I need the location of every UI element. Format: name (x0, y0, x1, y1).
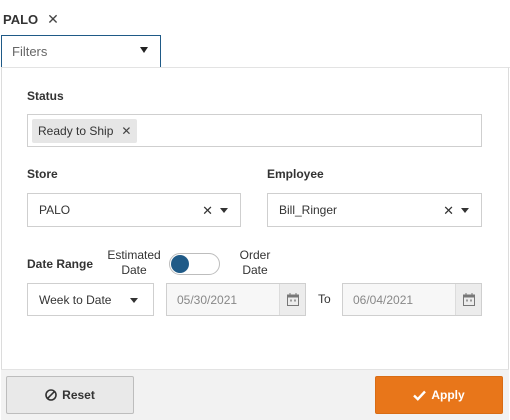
reset-circle-icon (45, 389, 57, 401)
from-date-input[interactable]: 05/30/2021 (166, 283, 306, 316)
date-preset-select[interactable]: Week to Date (27, 283, 154, 316)
top-bar: PALO ✕ (0, 0, 510, 38)
employee-label: Employee (267, 167, 324, 181)
date-range-label: Date Range (27, 257, 94, 271)
order-date-label: Order Date (239, 248, 271, 277)
toggle-knob (171, 255, 189, 273)
to-label: To (318, 292, 331, 306)
clear-icon[interactable]: ✕ (443, 203, 454, 219)
status-tag-label: Ready to Ship (38, 124, 114, 138)
store-select[interactable]: PALO ✕ (27, 193, 241, 227)
employee-value: Bill_Ringer (279, 203, 338, 217)
active-filter-label: PALO (3, 12, 39, 27)
filters-dropdown-label: Filters (12, 44, 48, 59)
calendar-icon[interactable] (279, 284, 305, 315)
employee-select[interactable]: Bill_Ringer ✕ (267, 193, 482, 227)
chevron-down-icon (461, 208, 469, 213)
chevron-down-icon (220, 208, 228, 213)
status-label: Status (27, 89, 64, 103)
date-type-toggle[interactable] (169, 253, 220, 275)
chevron-down-icon (140, 47, 148, 53)
apply-label: Apply (431, 388, 465, 402)
apply-button[interactable]: Apply (375, 376, 503, 414)
to-date-input[interactable]: 06/04/2021 (342, 283, 482, 316)
reset-label: Reset (62, 388, 95, 402)
status-multiselect[interactable]: Ready to Ship ✕ (27, 114, 482, 147)
to-date-value: 06/04/2021 (353, 292, 414, 307)
date-preset-value: Week to Date (39, 292, 112, 307)
close-icon[interactable]: ✕ (47, 11, 59, 28)
calendar-icon[interactable] (455, 284, 481, 315)
remove-tag-icon[interactable]: ✕ (121, 124, 131, 138)
active-filter-chip: PALO ✕ (3, 11, 59, 28)
chevron-down-icon (130, 298, 138, 303)
reset-button[interactable]: Reset (6, 376, 134, 414)
clear-icon[interactable]: ✕ (202, 203, 213, 219)
from-date-value: 05/30/2021 (177, 292, 238, 307)
store-label: Store (27, 167, 58, 181)
check-icon (413, 390, 427, 401)
store-value: PALO (39, 203, 71, 217)
estimated-date-label: Estimated Date (107, 248, 161, 277)
filters-dropdown[interactable]: Filters (1, 35, 161, 68)
status-tag: Ready to Ship ✕ (32, 119, 138, 143)
